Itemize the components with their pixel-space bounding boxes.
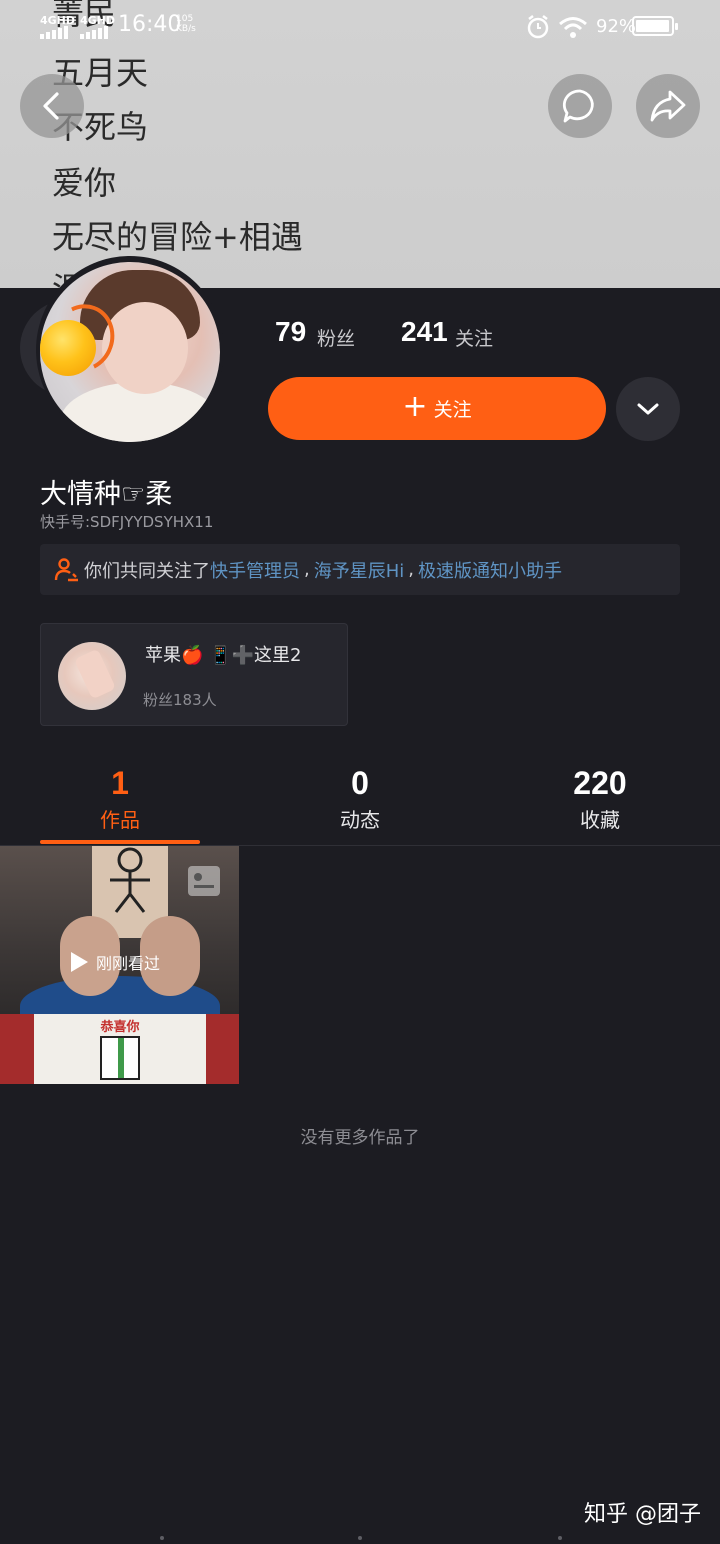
watermark: 知乎 @团子: [584, 1502, 701, 1527]
active-tab-indicator: [40, 840, 200, 844]
related-account-title: 苹果🍎 📱➕这里2: [145, 645, 302, 666]
user-id: 快手号:SDFJYYDSYHX11: [40, 513, 214, 531]
following-label[interactable]: 关注: [455, 324, 493, 351]
related-account-card[interactable]: 苹果🍎 📱➕这里2 粉丝183人: [40, 623, 348, 726]
status-bar: 4GHD 4GHD 16:40 105 KB/s 92%: [0, 0, 720, 54]
fans-count[interactable]: 79: [275, 316, 306, 348]
chevron-down-icon: [637, 403, 659, 415]
recently-viewed-label: 刚刚看过: [96, 954, 161, 973]
mutual-user-link[interactable]: 海予星辰Hi: [314, 557, 405, 583]
nav-dot: [558, 1536, 562, 1540]
play-icon: [71, 952, 88, 972]
mutual-follows-bar[interactable]: 你们共同关注了 快手管理员 , 海予星辰Hi , 极速版通知小助手: [40, 544, 680, 595]
mutual-separator: ,: [408, 559, 415, 580]
mutual-prefix: 你们共同关注了: [84, 560, 210, 582]
cover-text-line: 爱你: [52, 164, 117, 202]
tab-favorites-label: 收藏: [580, 808, 620, 832]
tab-favorites-count: 220: [573, 765, 627, 801]
no-more-works-text: 没有更多作品了: [300, 1128, 420, 1148]
wifi-icon: [559, 17, 587, 38]
back-icon: [43, 92, 59, 120]
tab-moments[interactable]: 0 动态: [280, 765, 440, 833]
tab-favorites[interactable]: 220 收藏: [520, 765, 680, 833]
nav-dot: [358, 1536, 362, 1540]
user-heart-icon: [54, 557, 78, 581]
battery-percent: 92%: [596, 16, 637, 37]
related-account-fans: 粉丝183人: [143, 691, 217, 709]
share-icon: [650, 90, 686, 122]
mutual-separator: ,: [304, 559, 310, 580]
cover-text-line: 无尽的冒险+相遇: [52, 218, 303, 256]
battery-icon: [632, 16, 678, 36]
mutual-user-link[interactable]: 快手管理员: [210, 557, 300, 583]
gift-icon: [100, 1036, 140, 1080]
tab-works[interactable]: 1 作品: [40, 765, 200, 833]
more-options-button[interactable]: [616, 377, 680, 441]
tab-moments-count: 0: [351, 765, 369, 801]
related-account-avatar: [58, 642, 126, 710]
fans-label[interactable]: 粉丝: [317, 324, 355, 351]
signal-icon: [40, 26, 68, 39]
comment-icon: [562, 89, 594, 123]
tab-moments-label: 动态: [340, 808, 380, 832]
tab-works-count: 1: [111, 765, 129, 801]
follow-button-label: 关注: [433, 399, 472, 421]
alarm-icon: [527, 15, 549, 39]
share-button[interactable]: [636, 74, 700, 138]
username: 大情种☞柔: [40, 479, 173, 510]
follow-button[interactable]: + 关注: [268, 377, 606, 440]
back-button[interactable]: [20, 74, 84, 138]
work-card-title: 恭喜你: [100, 1020, 140, 1035]
tab-works-label: 作品: [100, 808, 140, 832]
net-speed-unit: KB/s: [176, 24, 196, 34]
mutual-user-link[interactable]: 极速版通知小助手: [418, 557, 562, 583]
nav-dot: [160, 1536, 164, 1540]
stick-figure-drawing: [110, 847, 150, 913]
work-thumbnail[interactable]: 恭喜你 刚刚看过: [0, 846, 239, 1084]
net-speed-value: 105: [176, 14, 194, 24]
net-speed: 105 KB/s: [176, 14, 196, 34]
recently-viewed-indicator: 刚刚看过: [68, 950, 160, 974]
multi-photo-icon: [188, 866, 220, 896]
clock-time: 16:40: [118, 12, 182, 37]
following-count[interactable]: 241: [401, 316, 448, 348]
signal-icon: [80, 26, 108, 39]
plus-icon: +: [402, 389, 428, 424]
message-button[interactable]: [548, 74, 612, 138]
